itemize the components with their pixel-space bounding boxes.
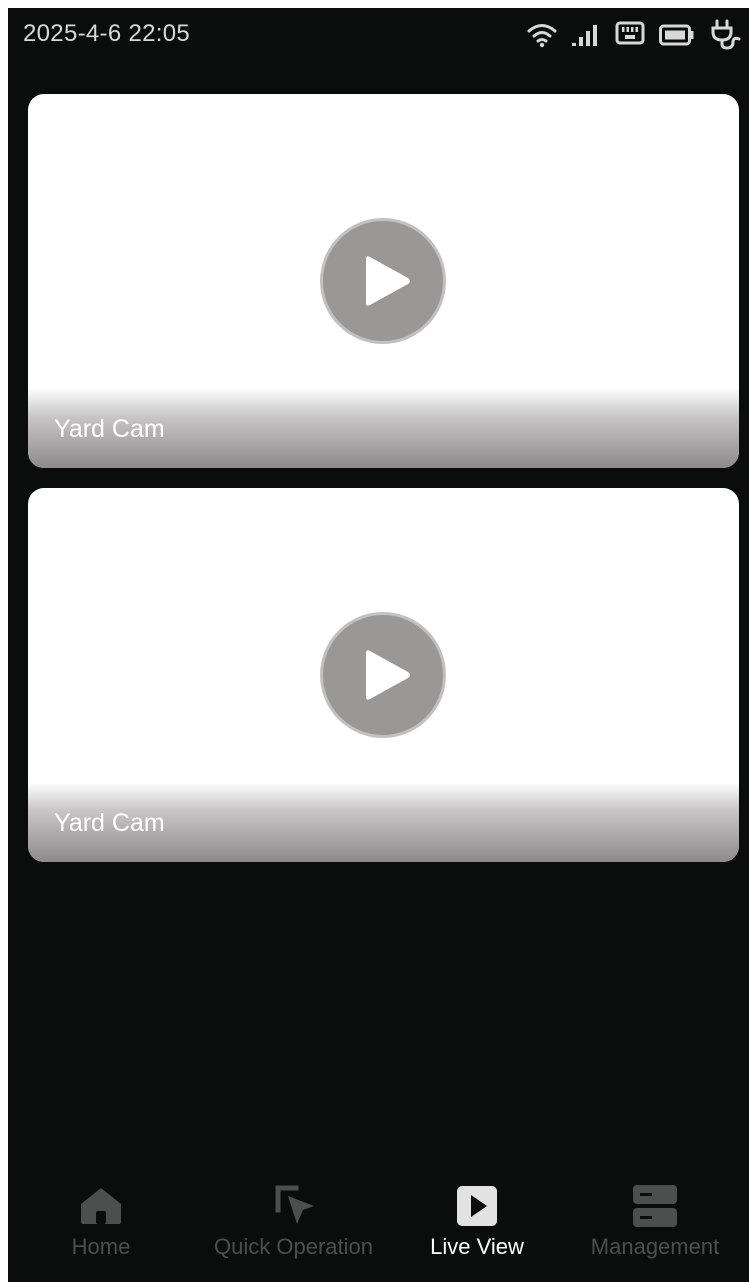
camera-tile[interactable]: Yard Cam [28, 488, 739, 862]
cellular-signal-icon [571, 23, 601, 52]
camera-tile[interactable]: Yard Cam [28, 94, 739, 468]
power-plug-icon [709, 19, 741, 56]
wifi-icon [527, 22, 557, 53]
nav-label-live-view: Live View [430, 1234, 524, 1259]
home-icon [77, 1182, 125, 1230]
nav-item-home[interactable]: Home [8, 1172, 194, 1282]
nav-label-management: Management [590, 1234, 720, 1259]
battery-icon [659, 24, 695, 51]
nav-label-home: Home [71, 1234, 131, 1259]
camera-name: Yard Cam [54, 415, 165, 443]
play-icon [366, 650, 410, 700]
nav-item-management[interactable]: Management [561, 1172, 749, 1282]
status-icons [513, 19, 741, 56]
bottom-navigation: Home Quick Operation Live View Managemen… [8, 1172, 749, 1282]
nav-label-quick-operation: Quick Operation [214, 1234, 373, 1259]
camera-name: Yard Cam [54, 809, 165, 837]
ethernet-icon [615, 21, 645, 54]
server-icon [631, 1182, 679, 1230]
status-bar: 2025-4-6 22:05 [8, 8, 749, 60]
play-icon [366, 256, 410, 306]
play-square-icon [453, 1182, 501, 1230]
nav-item-quick-operation[interactable]: Quick Operation [194, 1172, 393, 1282]
play-button[interactable] [320, 218, 446, 344]
cursor-click-icon [270, 1182, 318, 1230]
live-view-screen: 2025-4-6 22:05 Yard Cam Yard Cam Home Qu… [8, 8, 749, 1282]
play-button[interactable] [320, 612, 446, 738]
status-datetime: 2025-4-6 22:05 [23, 20, 190, 47]
nav-item-live-view[interactable]: Live View [393, 1172, 561, 1282]
